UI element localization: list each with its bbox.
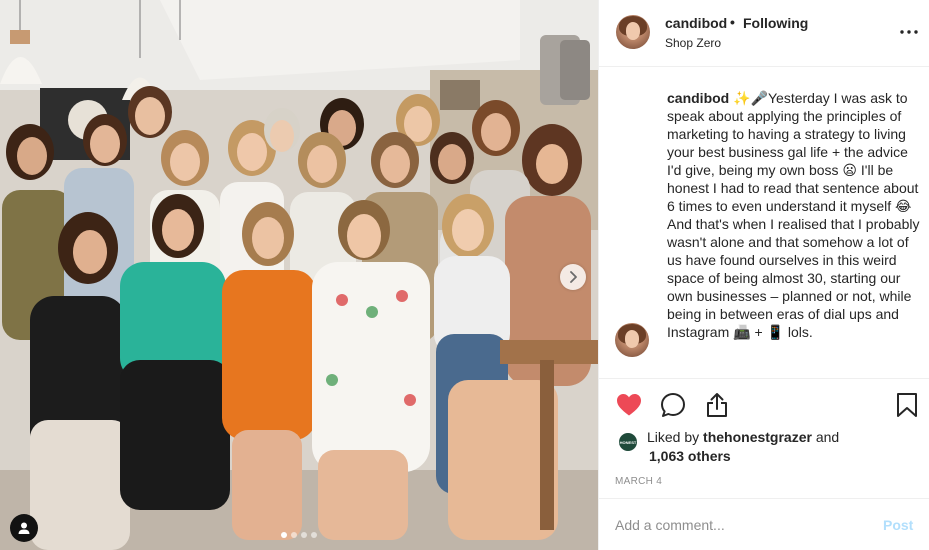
following-button[interactable]: Following: [743, 15, 808, 31]
bookmark-icon: [897, 393, 917, 417]
likes-count-link[interactable]: 1,063 others: [649, 447, 731, 465]
liked-by-and: and: [815, 429, 840, 445]
separator-dot: •: [730, 14, 735, 30]
post-photo[interactable]: [0, 0, 598, 550]
comment-input[interactable]: [615, 514, 865, 536]
tagged-users-button[interactable]: [10, 514, 38, 542]
user-tag-icon: [18, 522, 30, 534]
liker-avatar[interactable]: HONEST: [619, 433, 637, 451]
carousel-dot: [281, 532, 287, 538]
post-header: candibod • Following Shop Zero: [599, 0, 929, 67]
liked-by-line: Liked by thehonestgrazer and: [647, 428, 839, 446]
avatar[interactable]: [616, 15, 650, 49]
carousel-dot: [301, 532, 307, 538]
share-icon: [707, 393, 727, 417]
caption-section: candibod ✨🎤Yesterday I was ask to speak …: [599, 67, 929, 378]
post-date[interactable]: MARCH 4: [615, 476, 662, 487]
location-link[interactable]: Shop Zero: [665, 36, 721, 50]
caption-avatar[interactable]: [615, 323, 649, 357]
post-comment-button[interactable]: Post: [883, 517, 913, 533]
action-bar: [599, 378, 929, 430]
carousel-dot: [291, 532, 297, 538]
heart-icon: [617, 394, 641, 416]
comment-icon: [661, 393, 685, 417]
carousel-next-button[interactable]: [560, 264, 586, 290]
post-side-panel: candibod • Following Shop Zero candibod …: [598, 0, 929, 550]
liked-by-prefix: Liked by: [647, 429, 700, 445]
like-button[interactable]: [615, 391, 643, 419]
share-button[interactable]: [703, 391, 731, 419]
carousel-indicator: [0, 532, 598, 538]
liker-username[interactable]: thehonestgrazer: [703, 429, 812, 445]
carousel-dot: [311, 532, 317, 538]
more-options-button[interactable]: [897, 20, 921, 44]
caption: candibod ✨🎤Yesterday I was ask to speak …: [667, 89, 925, 341]
comment-button[interactable]: [659, 391, 687, 419]
caption-username[interactable]: candibod: [667, 90, 729, 106]
username-link[interactable]: candibod: [665, 15, 727, 31]
caption-text: ✨🎤Yesterday I was ask to speak about app…: [667, 90, 920, 340]
save-button[interactable]: [893, 391, 921, 419]
more-options-icon: [900, 30, 918, 34]
comment-bar: Post: [599, 498, 929, 550]
group-photo-illustration: [0, 0, 598, 550]
chevron-right-icon: [570, 271, 577, 283]
